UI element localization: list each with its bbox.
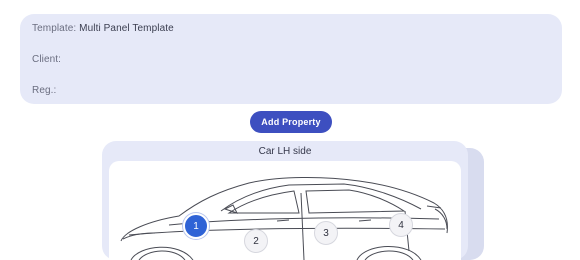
template-info-card: Template: Multi Panel Template Client: R… bbox=[20, 14, 562, 104]
damage-marker-3[interactable]: 3 bbox=[314, 221, 338, 245]
reg-label: Reg.: bbox=[32, 85, 57, 96]
client-label: Client: bbox=[32, 54, 62, 65]
car-side-illustration bbox=[120, 176, 448, 260]
damage-marker-2[interactable]: 2 bbox=[244, 229, 268, 253]
damage-marker-4[interactable]: 4 bbox=[389, 213, 413, 237]
damage-marker-1[interactable]: 1 bbox=[183, 213, 209, 239]
add-property-button[interactable]: Add Property bbox=[250, 111, 332, 133]
template-label: Template: bbox=[32, 23, 77, 34]
panel-card-car-lh-side[interactable]: Car LH side 1 2 3 4 bbox=[102, 141, 468, 260]
template-value: Multi Panel Template bbox=[79, 23, 174, 34]
panel-image-area: 1 2 3 4 bbox=[109, 161, 461, 260]
reg-row: Reg.: bbox=[32, 85, 56, 96]
template-row: Template: Multi Panel Template bbox=[32, 23, 174, 34]
panel-title: Car LH side bbox=[258, 146, 312, 157]
client-row: Client: bbox=[32, 54, 61, 65]
